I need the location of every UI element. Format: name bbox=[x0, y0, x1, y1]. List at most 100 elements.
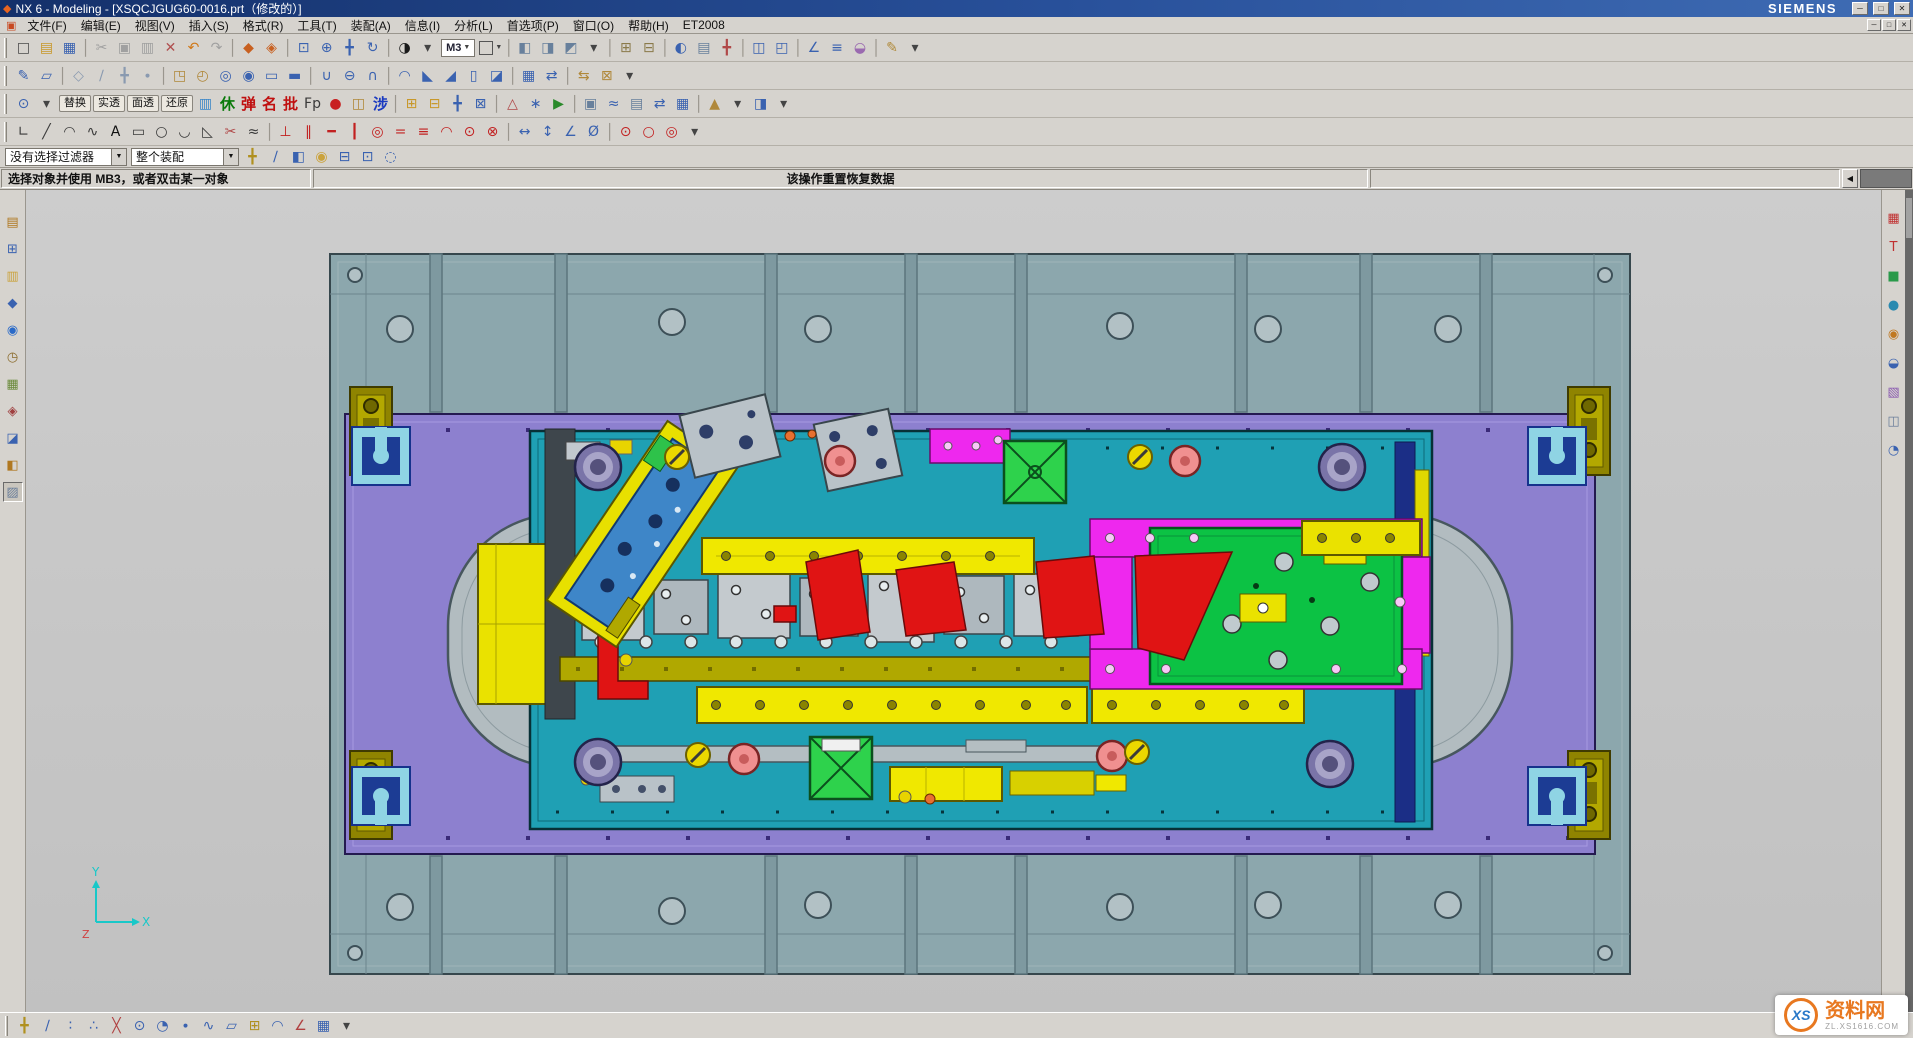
custom-command-button[interactable]: 弹 bbox=[238, 93, 259, 114]
text-icon[interactable]: A bbox=[104, 121, 127, 142]
more-features-dropdown-icon[interactable]: ▾ bbox=[618, 65, 641, 86]
assembly-dropdown-icon[interactable]: ▾ bbox=[772, 93, 795, 114]
custom-command-button[interactable]: 批 bbox=[280, 93, 301, 114]
snap-quadrant-icon[interactable]: ◔ bbox=[151, 1015, 174, 1036]
arrangements-icon[interactable]: ▤ bbox=[625, 93, 648, 114]
new-part-icon[interactable]: □ bbox=[12, 37, 35, 58]
ellipse-icon[interactable]: ○ bbox=[637, 121, 660, 142]
quick-trim-icon[interactable]: ✂ bbox=[219, 121, 242, 142]
utilities-icon[interactable]: ◫ bbox=[1884, 411, 1904, 431]
toolbar-grip[interactable] bbox=[4, 38, 7, 58]
copy-icon[interactable]: ▣ bbox=[113, 37, 136, 58]
replace-reference-set-icon[interactable]: ⊙ bbox=[12, 93, 35, 114]
delete-icon[interactable]: ✕ bbox=[159, 37, 182, 58]
show-hide-icon[interactable]: ◐ bbox=[669, 37, 692, 58]
orient-top-icon[interactable]: ◧ bbox=[513, 37, 536, 58]
chevron-down-icon[interactable]: ▼ bbox=[111, 149, 126, 165]
wcs-display-icon[interactable]: ╋ bbox=[715, 37, 738, 58]
menu-format[interactable]: 格式(R) bbox=[236, 17, 291, 33]
mirror-feature-icon[interactable]: ⇄ bbox=[540, 65, 563, 86]
sketch-in-task-icon[interactable]: ▱ bbox=[35, 65, 58, 86]
custom-macro-button[interactable]: 还原 bbox=[161, 95, 193, 112]
statusbar-collapse-button[interactable]: ◀ bbox=[1842, 169, 1858, 188]
toolbar-grip[interactable] bbox=[4, 122, 7, 142]
extrude-icon[interactable]: ◳ bbox=[168, 65, 191, 86]
rotate-view-icon[interactable]: ↻ bbox=[361, 37, 384, 58]
sketch-icon[interactable]: ✎ bbox=[12, 65, 35, 86]
intersect-icon[interactable]: ∩ bbox=[361, 65, 384, 86]
wave-dropdown-icon[interactable]: ▾ bbox=[726, 93, 749, 114]
measure-distance-icon[interactable]: ∠ bbox=[802, 37, 825, 58]
history-icon[interactable]: ◷ bbox=[3, 347, 23, 367]
package-icon[interactable]: ◫ bbox=[347, 93, 370, 114]
coincident-constraint-icon[interactable]: ⊙ bbox=[458, 121, 481, 142]
datum-axis-icon[interactable]: ∕ bbox=[90, 65, 113, 86]
explode-icon[interactable]: ● bbox=[324, 93, 347, 114]
datum-plane-icon[interactable]: ◇ bbox=[67, 65, 90, 86]
part-navigator-icon[interactable]: ▥ bbox=[3, 266, 23, 286]
mirror-assembly-icon[interactable]: ⇄ bbox=[648, 93, 671, 114]
statusbar-resize-area[interactable] bbox=[1860, 169, 1912, 188]
point-icon[interactable]: ∙ bbox=[136, 65, 159, 86]
collinear-constraint-icon[interactable]: ≡ bbox=[412, 121, 435, 142]
shell-icon[interactable]: ▯ bbox=[462, 65, 485, 86]
hole-icon[interactable]: ◎ bbox=[214, 65, 237, 86]
circle-icon[interactable]: ○ bbox=[150, 121, 173, 142]
boss-icon[interactable]: ◉ bbox=[237, 65, 260, 86]
shade-select-icon[interactable]: ⊟ bbox=[333, 146, 356, 167]
kbe-icon[interactable]: ▦ bbox=[1884, 208, 1904, 228]
inferred-dimension-icon[interactable]: ↔ bbox=[513, 121, 536, 142]
sketch-dropdown-icon[interactable]: ▾ bbox=[683, 121, 706, 142]
offset-curve-icon[interactable]: ≈ bbox=[242, 121, 265, 142]
save-icon[interactable]: ▦ bbox=[58, 37, 81, 58]
snap-arc-center-icon[interactable]: ⊙ bbox=[128, 1015, 151, 1036]
horizontal-constraint-icon[interactable]: ━ bbox=[320, 121, 343, 142]
process-studio-icon[interactable]: ◈ bbox=[3, 401, 23, 421]
snap-endpoint-icon[interactable]: ∕ bbox=[36, 1015, 59, 1036]
layer-settings-icon[interactable]: ▤ bbox=[692, 37, 715, 58]
subtract-icon[interactable]: ⊖ bbox=[338, 65, 361, 86]
cut-icon[interactable]: ✂ bbox=[90, 37, 113, 58]
equal-constraint-icon[interactable]: = bbox=[389, 121, 412, 142]
custom-command-button[interactable]: 休 bbox=[217, 93, 238, 114]
menu-analysis[interactable]: 分析(L) bbox=[447, 17, 500, 33]
clip-work-section-icon[interactable]: ◰ bbox=[770, 37, 793, 58]
assembly-navigator-icon[interactable]: ▤ bbox=[3, 212, 23, 232]
edit-object-display-icon[interactable]: ◒ bbox=[848, 37, 871, 58]
highlight-hidden-icon[interactable]: ◉ bbox=[310, 146, 333, 167]
system-materials-icon[interactable]: ▦ bbox=[3, 374, 23, 394]
annotation-icon[interactable]: ✎ bbox=[880, 37, 903, 58]
diameter-dimension-icon[interactable]: Ø bbox=[582, 121, 605, 142]
pattern-component-icon[interactable]: ▦ bbox=[671, 93, 694, 114]
vertical-dimension-icon[interactable]: ↕ bbox=[536, 121, 559, 142]
toolbar-grip[interactable] bbox=[4, 66, 7, 86]
product-interface-icon[interactable]: ◨ bbox=[749, 93, 772, 114]
arc-icon[interactable]: ◠ bbox=[58, 121, 81, 142]
pattern-feature-icon[interactable]: ▦ bbox=[517, 65, 540, 86]
rectangle-icon[interactable]: ▭ bbox=[127, 121, 150, 142]
snap-tangent-icon[interactable]: ◠ bbox=[266, 1015, 289, 1036]
object-information-icon[interactable]: ≡ bbox=[825, 37, 848, 58]
cascade-window-icon[interactable]: ⊟ bbox=[637, 37, 660, 58]
exploded-view-icon[interactable]: ∗ bbox=[524, 93, 547, 114]
vertical-scrollbar[interactable] bbox=[1905, 190, 1913, 1012]
chamfer-icon[interactable]: ◣ bbox=[416, 65, 439, 86]
delete-face-icon[interactable]: ⊠ bbox=[595, 65, 618, 86]
solid-cube-icon[interactable]: ■ bbox=[1884, 266, 1904, 286]
custom-macro-button[interactable]: 实透 bbox=[93, 95, 125, 112]
wave-mode-icon[interactable]: ▲ bbox=[703, 93, 726, 114]
snap-point-icon[interactable]: ╋ bbox=[241, 146, 264, 167]
menu-assemblies[interactable]: 装配(A) bbox=[344, 17, 398, 33]
menu-information[interactable]: 信息(I) bbox=[398, 17, 447, 33]
component-dropdown-icon[interactable]: ▾ bbox=[35, 93, 58, 114]
pad-icon[interactable]: ▬ bbox=[283, 65, 306, 86]
box-select-icon[interactable]: ⊡ bbox=[356, 146, 379, 167]
palette-icon[interactable]: ▧ bbox=[1884, 382, 1904, 402]
menu-edit[interactable]: 编辑(E) bbox=[74, 17, 128, 33]
reference-set-icon[interactable]: ▣ bbox=[579, 93, 602, 114]
perpendicular-constraint-icon[interactable]: ⊥ bbox=[274, 121, 297, 142]
material-balls-icon[interactable]: ◉ bbox=[1884, 324, 1904, 344]
select-face-icon[interactable]: ◧ bbox=[287, 146, 310, 167]
trim-body-icon[interactable]: ◪ bbox=[485, 65, 508, 86]
pocket-icon[interactable]: ▭ bbox=[260, 65, 283, 86]
